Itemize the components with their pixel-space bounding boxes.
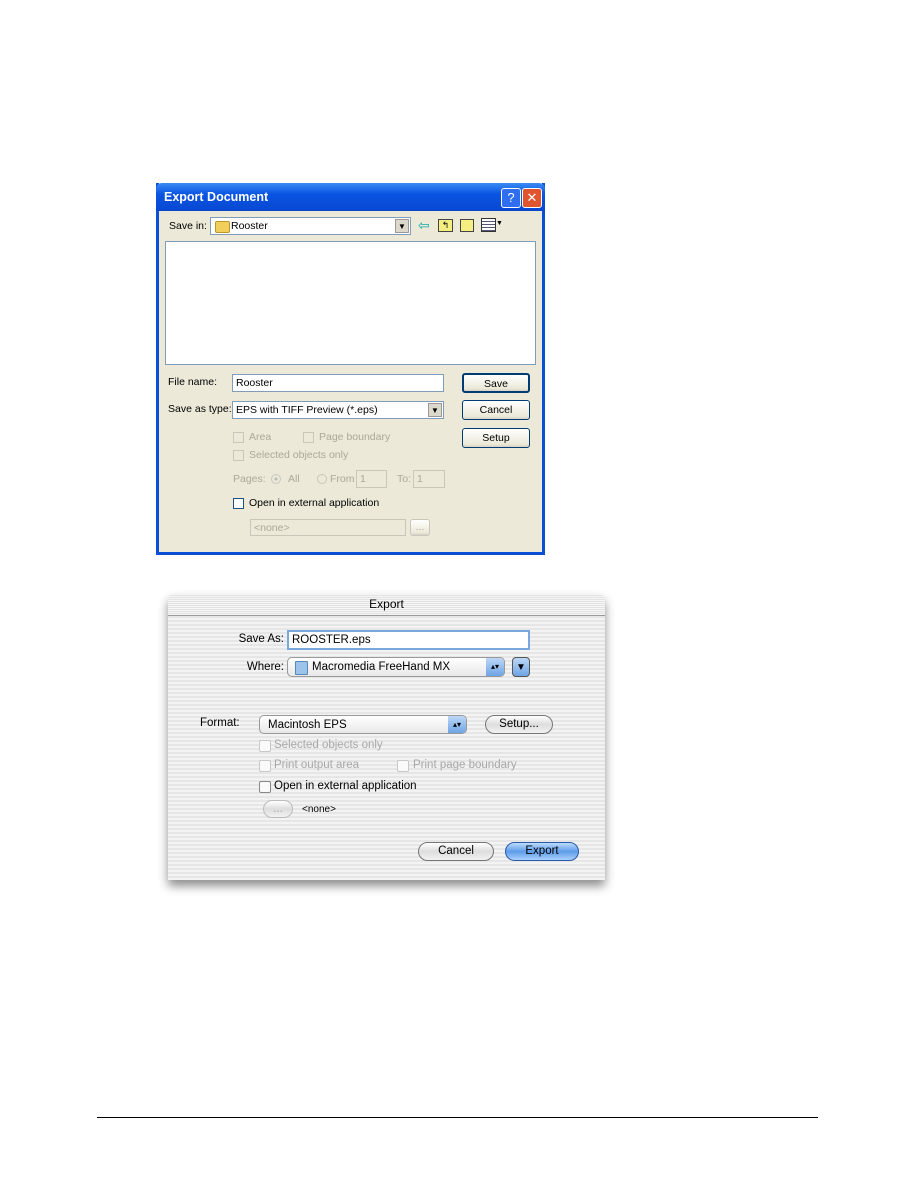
to-input[interactable]: 1 [413, 470, 445, 488]
all-radio[interactable] [271, 474, 281, 484]
title-bar: Export Document [156, 183, 545, 211]
file-name-label: File name: [168, 376, 218, 388]
title-bar: Export [168, 594, 605, 616]
save-in-value: Rooster [231, 220, 268, 232]
footer-rule [97, 1117, 818, 1118]
selected-objects-checkbox[interactable] [233, 450, 244, 461]
open-external-checkbox[interactable] [233, 498, 244, 509]
setup-button[interactable]: Setup... [485, 715, 553, 734]
open-external-checkbox[interactable] [259, 781, 271, 793]
from-input[interactable]: 1 [356, 470, 387, 488]
file-name-input[interactable]: Rooster [232, 374, 444, 392]
chevron-down-icon: ▼ [395, 219, 409, 233]
where-value: Macromedia FreeHand MX [312, 661, 451, 673]
where-popup[interactable]: Macromedia FreeHand MX ▴▾ [287, 657, 505, 677]
area-label: Area [249, 431, 272, 443]
from-label: From [330, 473, 355, 485]
print-page-boundary-label: Print page boundary [413, 759, 517, 771]
close-button[interactable]: ✕ [522, 188, 542, 208]
print-output-area-checkbox[interactable] [259, 760, 271, 772]
open-external-label: Open in external application [249, 497, 380, 509]
help-button[interactable]: ? [501, 188, 521, 208]
back-icon[interactable]: ⇦ [418, 217, 430, 234]
from-radio[interactable] [317, 474, 327, 484]
export-dialog-mac: Export Save As: ROOSTER.eps Where: Macro… [168, 594, 605, 880]
area-checkbox[interactable] [233, 432, 244, 443]
popup-arrows-icon: ▴▾ [486, 658, 504, 676]
expand-button[interactable]: ▼ [512, 657, 530, 677]
cancel-button[interactable]: Cancel [418, 842, 494, 861]
popup-arrows-icon: ▴▾ [448, 716, 466, 733]
to-label: To: [397, 473, 412, 485]
view-menu-icon[interactable] [481, 218, 496, 232]
up-folder-icon[interactable]: ↰ [438, 219, 453, 232]
save-as-type-dropdown[interactable]: EPS with TIFF Preview (*.eps) ▼ [232, 401, 444, 419]
selected-objects-label: Selected objects only [249, 449, 349, 461]
save-as-type-label: Save as type: [168, 403, 232, 415]
export-button[interactable]: Export [505, 842, 579, 861]
dialog-title: Export [369, 597, 404, 611]
folder-icon [295, 661, 308, 675]
pages-label: Pages: [233, 473, 266, 485]
save-in-dropdown[interactable]: Rooster ▼ [210, 217, 411, 235]
application-field[interactable]: <none> [250, 519, 406, 536]
file-list[interactable] [165, 241, 536, 365]
browse-button[interactable]: ... [410, 519, 430, 536]
save-in-label: Save in: [169, 220, 207, 232]
dialog-title: Export Document [164, 190, 269, 204]
chevron-down-icon: ▼ [428, 403, 442, 417]
page-boundary-checkbox[interactable] [303, 432, 314, 443]
page-boundary-label: Page boundary [319, 431, 391, 443]
setup-button[interactable]: Setup [462, 428, 530, 448]
open-external-label: Open in external application [274, 780, 417, 792]
save-button[interactable]: Save [462, 373, 530, 393]
new-folder-icon[interactable] [460, 219, 474, 232]
print-page-boundary-checkbox[interactable] [397, 760, 409, 772]
browse-button[interactable]: ... [263, 800, 293, 818]
save-as-type-value: EPS with TIFF Preview (*.eps) [236, 404, 378, 416]
format-label: Format: [200, 717, 240, 729]
export-document-dialog: Export Document ? ✕ Save in: Rooster ▼ ⇦… [156, 183, 545, 555]
selected-objects-label: Selected objects only [274, 739, 383, 751]
where-label: Where: [246, 661, 284, 673]
save-as-label: Save As: [238, 633, 284, 645]
all-label: All [288, 473, 300, 485]
format-value: Macintosh EPS [268, 719, 347, 731]
format-popup[interactable]: Macintosh EPS ▴▾ [259, 715, 467, 734]
print-output-area-label: Print output area [274, 759, 360, 771]
view-menu-arrow-icon[interactable]: ▼ [496, 220, 503, 227]
cancel-button[interactable]: Cancel [462, 400, 530, 420]
selected-objects-checkbox[interactable] [259, 740, 271, 752]
application-value: <none> [302, 804, 336, 815]
save-as-input[interactable]: ROOSTER.eps [287, 630, 530, 650]
folder-icon [215, 221, 230, 233]
